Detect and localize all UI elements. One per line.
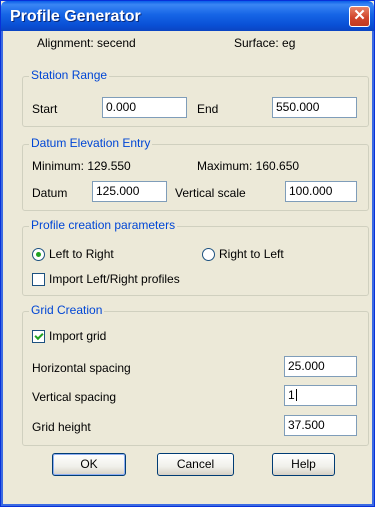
right-to-left-radio[interactable] (202, 248, 215, 261)
close-icon[interactable]: ✕ (349, 6, 370, 27)
horizontal-spacing-label: Horizontal spacing (32, 361, 131, 375)
maximum-label: Maximum: 160.650 (197, 159, 300, 173)
import-lr-profiles-label[interactable]: Import Left/Right profiles (49, 272, 180, 286)
window-border-right (372, 31, 374, 506)
window-border-bottom (1, 504, 374, 506)
vertical-scale-input[interactable]: 100.000 (285, 181, 357, 202)
window-title: Profile Generator (10, 8, 141, 25)
vertical-spacing-label: Vertical spacing (32, 390, 117, 404)
title-bar[interactable]: Profile Generator ✕ (1, 1, 374, 31)
start-label: Start (32, 102, 58, 116)
grid-creation-legend: Grid Creation (29, 303, 105, 317)
profile-generator-dialog: Profile Generator ✕ Alignment: secend Su… (0, 0, 375, 507)
grid-height-input[interactable]: 37.500 (284, 415, 357, 436)
window-border-left (1, 31, 3, 506)
import-grid-checkbox[interactable] (32, 330, 45, 343)
import-grid-label[interactable]: Import grid (49, 329, 106, 343)
end-label: End (197, 102, 219, 116)
left-to-right-radio[interactable] (32, 248, 45, 261)
datum-elevation-legend: Datum Elevation Entry (29, 136, 153, 150)
text-cursor (295, 389, 297, 401)
surface-label: Surface: eg (234, 36, 296, 50)
start-input[interactable]: 0.000 (102, 97, 187, 118)
datum-input[interactable]: 125.000 (92, 181, 167, 202)
station-range-legend: Station Range (29, 68, 110, 82)
cancel-button[interactable]: Cancel (157, 453, 234, 476)
vertical-spacing-input[interactable]: 1 (284, 385, 357, 406)
end-input[interactable]: 550.000 (272, 97, 357, 118)
vertical-scale-label: Vertical scale (175, 186, 246, 200)
import-lr-profiles-checkbox[interactable] (32, 273, 45, 286)
grid-height-label: Grid height (32, 420, 91, 434)
help-button[interactable]: Help (272, 453, 335, 476)
datum-label: Datum (32, 186, 68, 200)
profile-params-legend: Profile creation parameters (29, 218, 178, 232)
ok-button[interactable]: OK (52, 453, 126, 476)
vertical-spacing-value: 1 (288, 388, 295, 402)
minimum-label: Minimum: 129.550 (32, 159, 131, 173)
alignment-label: Alignment: secend (37, 36, 136, 50)
right-to-left-label[interactable]: Right to Left (219, 247, 284, 261)
left-to-right-label[interactable]: Left to Right (49, 247, 114, 261)
horizontal-spacing-input[interactable]: 25.000 (284, 356, 357, 377)
check-icon (34, 330, 44, 341)
radio-selected-dot (36, 252, 41, 257)
